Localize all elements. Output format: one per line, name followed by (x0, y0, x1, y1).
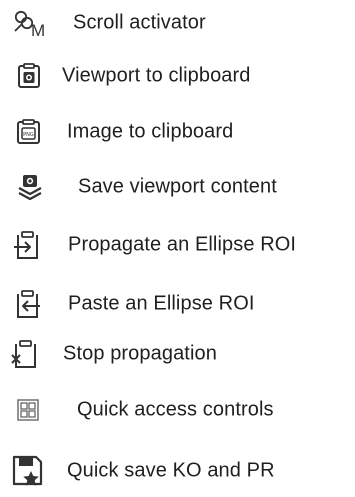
image-clipboard-icon: PNG (15, 118, 43, 146)
menu-item-label: Viewport to clipboard (62, 64, 251, 87)
scroll-activator-icon: M (12, 6, 52, 40)
svg-text:M: M (31, 21, 45, 40)
menu-item-quick-save-ko-pr[interactable]: Quick save KO and PR (0, 451, 355, 491)
menu-item-save-viewport-content[interactable]: Save viewport content (0, 167, 355, 207)
menu-item-viewport-to-clipboard[interactable]: Viewport to clipboard (0, 56, 355, 96)
menu-item-label: Quick save KO and PR (67, 459, 275, 482)
viewport-clipboard-icon (16, 62, 44, 90)
menu-item-paste-ellipse-roi[interactable]: Paste an Ellipse ROI (0, 284, 355, 324)
menu-item-label: Save viewport content (78, 175, 277, 198)
svg-text:PNG: PNG (23, 132, 34, 138)
stop-propagation-icon (10, 338, 40, 370)
menu-item-label: Scroll activator (73, 11, 206, 34)
menu-item-propagate-ellipse-roi[interactable]: Propagate an Ellipse ROI (0, 225, 355, 265)
quick-save-icon (11, 454, 45, 488)
save-viewport-icon (16, 173, 44, 201)
menu-item-label: Stop propagation (63, 342, 217, 365)
menu-item-image-to-clipboard[interactable]: PNG Image to clipboard (0, 112, 355, 152)
menu-item-stop-propagation[interactable]: Stop propagation (0, 334, 355, 374)
propagate-roi-icon (12, 229, 42, 261)
menu-item-quick-access-controls[interactable]: Quick access controls (0, 390, 355, 430)
menu-item-label: Propagate an Ellipse ROI (68, 233, 297, 256)
paste-roi-icon (12, 288, 42, 320)
menu-item-label: Image to clipboard (67, 120, 234, 143)
menu-item-label: Paste an Ellipse ROI (68, 292, 255, 315)
context-menu: M Scroll activator Viewport to clipboard… (0, 0, 355, 497)
menu-item-scroll-activator[interactable]: M Scroll activator (0, 3, 355, 43)
quick-access-grid-icon (16, 398, 40, 422)
menu-item-label: Quick access controls (77, 398, 274, 421)
